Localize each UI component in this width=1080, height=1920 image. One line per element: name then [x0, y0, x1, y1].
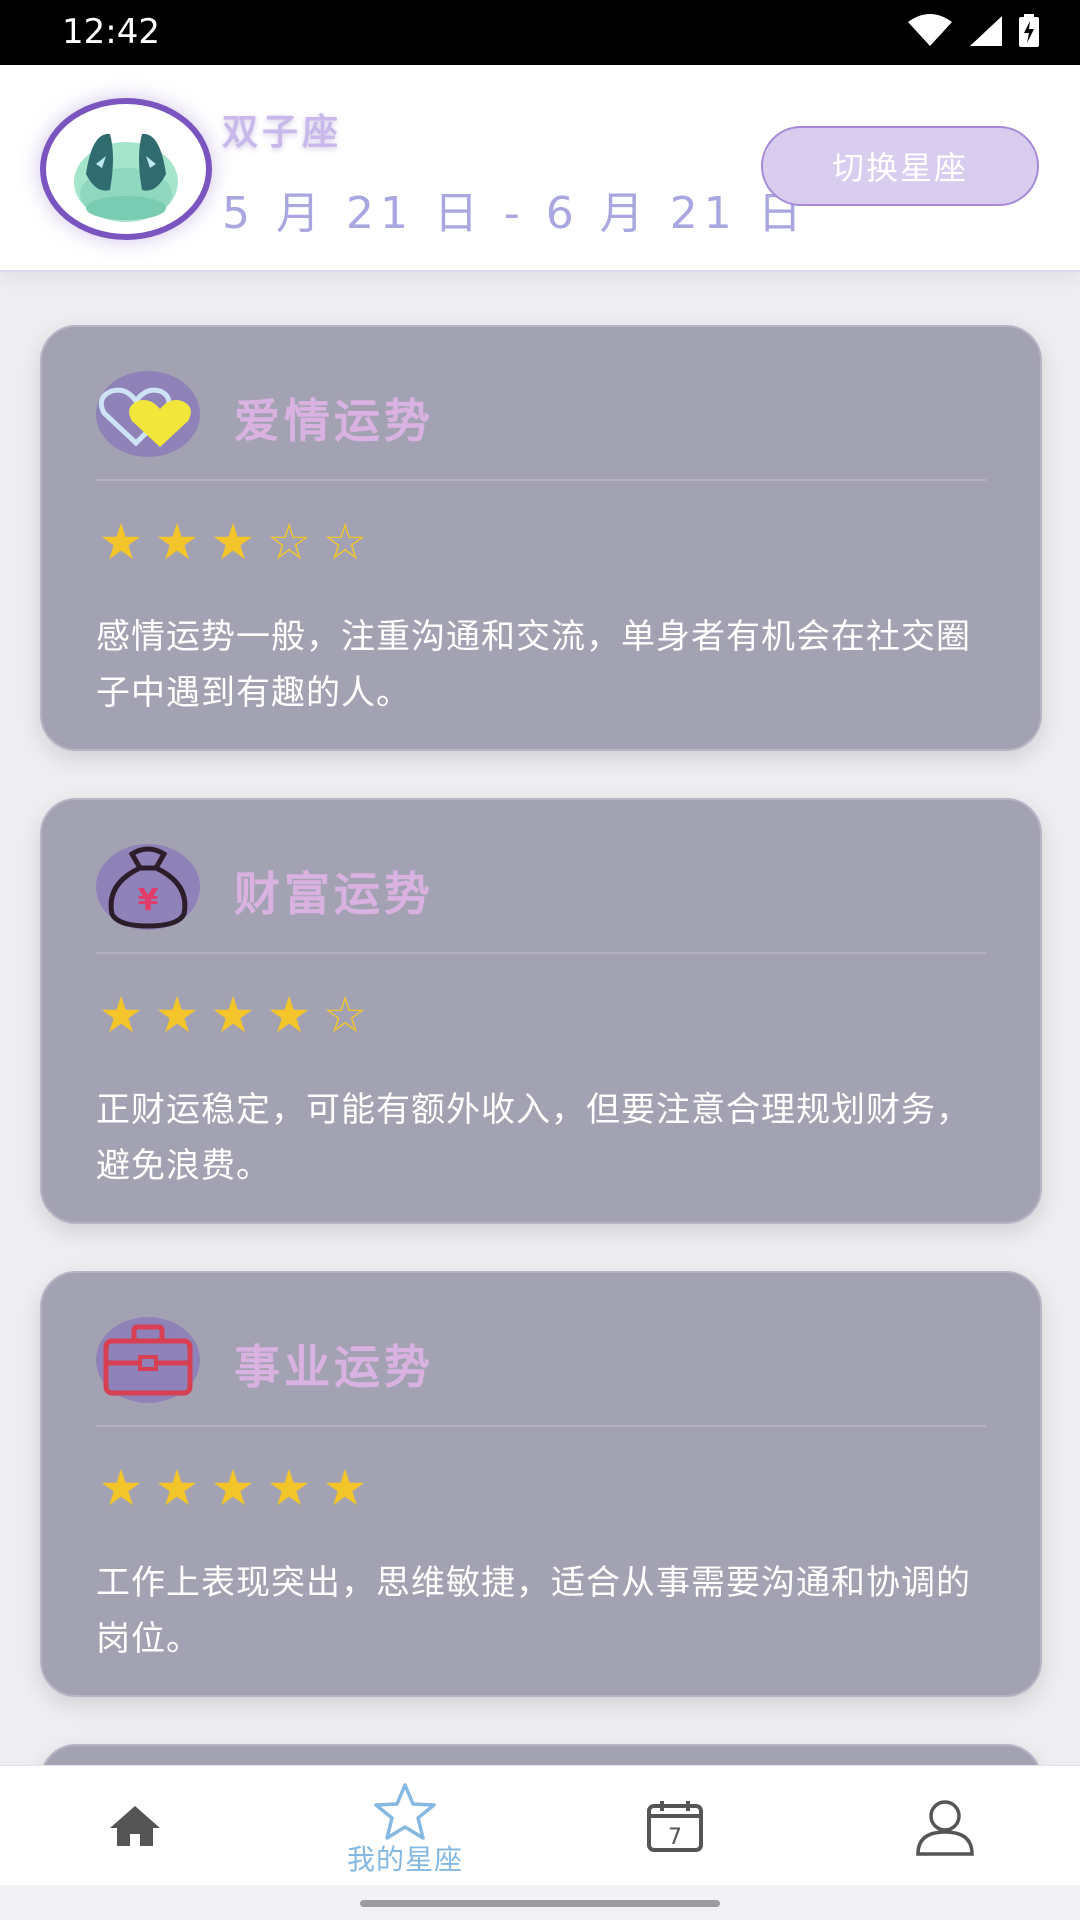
- star-icon: ★: [154, 1459, 200, 1517]
- star-icon: ★: [210, 513, 256, 571]
- wifi-icon: [908, 14, 952, 46]
- card-title: 爱情运势: [234, 394, 434, 448]
- career-fortune-card: 事业运势 ★ ★ ★ ★ ★ 工作上表现突出，思维敏捷，适合从事需要沟通和协调的…: [40, 1271, 1042, 1697]
- star-icon: ★: [98, 1459, 144, 1517]
- star-icon: ★: [154, 986, 200, 1044]
- nav-home[interactable]: [0, 1766, 270, 1886]
- star-icon: ★: [210, 986, 256, 1044]
- sign-name: 双子座: [222, 112, 343, 153]
- status-time: 12:42: [62, 12, 160, 52]
- star-outline-icon: ☆: [322, 513, 368, 571]
- star-outline-icon: ☆: [266, 513, 312, 571]
- star-outline-icon: ☆: [322, 986, 368, 1044]
- star-icon: ★: [266, 1459, 312, 1517]
- gemini-icon: [74, 133, 178, 222]
- card-description: 感情运势一般，注重沟通和交流，单身者有机会在社交圈子中遇到有趣的人。: [96, 617, 971, 713]
- nav-my-sign[interactable]: 我的星座: [270, 1766, 540, 1886]
- date-range: 5 月 21 日 - 6 月 21 日: [222, 188, 808, 239]
- rating-stars: ★ ★ ★ ★ ☆: [96, 990, 370, 1040]
- zodiac-avatar: [40, 98, 212, 240]
- divider: [96, 1425, 986, 1427]
- money-bag-icon: ¥: [96, 844, 200, 930]
- love-fortune-card: 爱情运势 ★ ★ ★ ☆ ☆ 感情运势一般，注重沟通和交流，单身者有机会在社交圈…: [40, 325, 1042, 751]
- nav-label: 我的星座: [346, 1843, 463, 1876]
- rating-stars: ★ ★ ★ ★ ★: [96, 1463, 370, 1513]
- divider: [96, 479, 986, 481]
- calendar-icon: 7: [647, 1801, 703, 1852]
- divider: [96, 952, 986, 954]
- star-icon: ★: [210, 1459, 256, 1517]
- card-title: 财富运势: [234, 867, 434, 921]
- rating-stars: ★ ★ ★ ☆ ☆: [96, 517, 370, 567]
- card-description: 正财运稳定，可能有额外收入，但要注意合理规划财务，避免浪费。: [96, 1090, 971, 1186]
- star-icon: ★: [98, 986, 144, 1044]
- nav-calendar[interactable]: 7: [540, 1766, 810, 1886]
- svg-text:¥: ¥: [138, 883, 159, 918]
- star-icon: ★: [322, 1459, 368, 1517]
- hearts-icon: [96, 371, 200, 457]
- home-gesture-bar[interactable]: [360, 1900, 720, 1907]
- wealth-fortune-card: ¥ 财富运势 ★ ★ ★ ★ ☆ 正财运稳定，可能有额外收入，但要注意合理规划财…: [40, 798, 1042, 1224]
- calendar-day: 7: [668, 1825, 682, 1850]
- battery-icon: [1019, 14, 1039, 47]
- star-icon: [374, 1783, 436, 1840]
- bottom-nav: 我的星座 7: [0, 1765, 1080, 1886]
- briefcase-icon: [96, 1317, 200, 1403]
- nav-profile[interactable]: [810, 1766, 1080, 1886]
- star-icon: ★: [266, 986, 312, 1044]
- star-icon: ★: [98, 513, 144, 571]
- user-icon: [916, 1800, 974, 1856]
- home-icon: [110, 1806, 160, 1846]
- card-title: 事业运势: [234, 1340, 434, 1394]
- card-description: 工作上表现突出，思维敏捷，适合从事需要沟通和协调的岗位。: [96, 1563, 971, 1659]
- switch-sign-button[interactable]: 切换星座: [761, 126, 1039, 206]
- status-bar: 12:42: [0, 0, 1080, 65]
- zodiac-header: 双子座 5 月 21 日 - 6 月 21 日 切换星座: [0, 65, 1080, 272]
- signal-icon: [970, 16, 1002, 46]
- star-icon: ★: [154, 513, 200, 571]
